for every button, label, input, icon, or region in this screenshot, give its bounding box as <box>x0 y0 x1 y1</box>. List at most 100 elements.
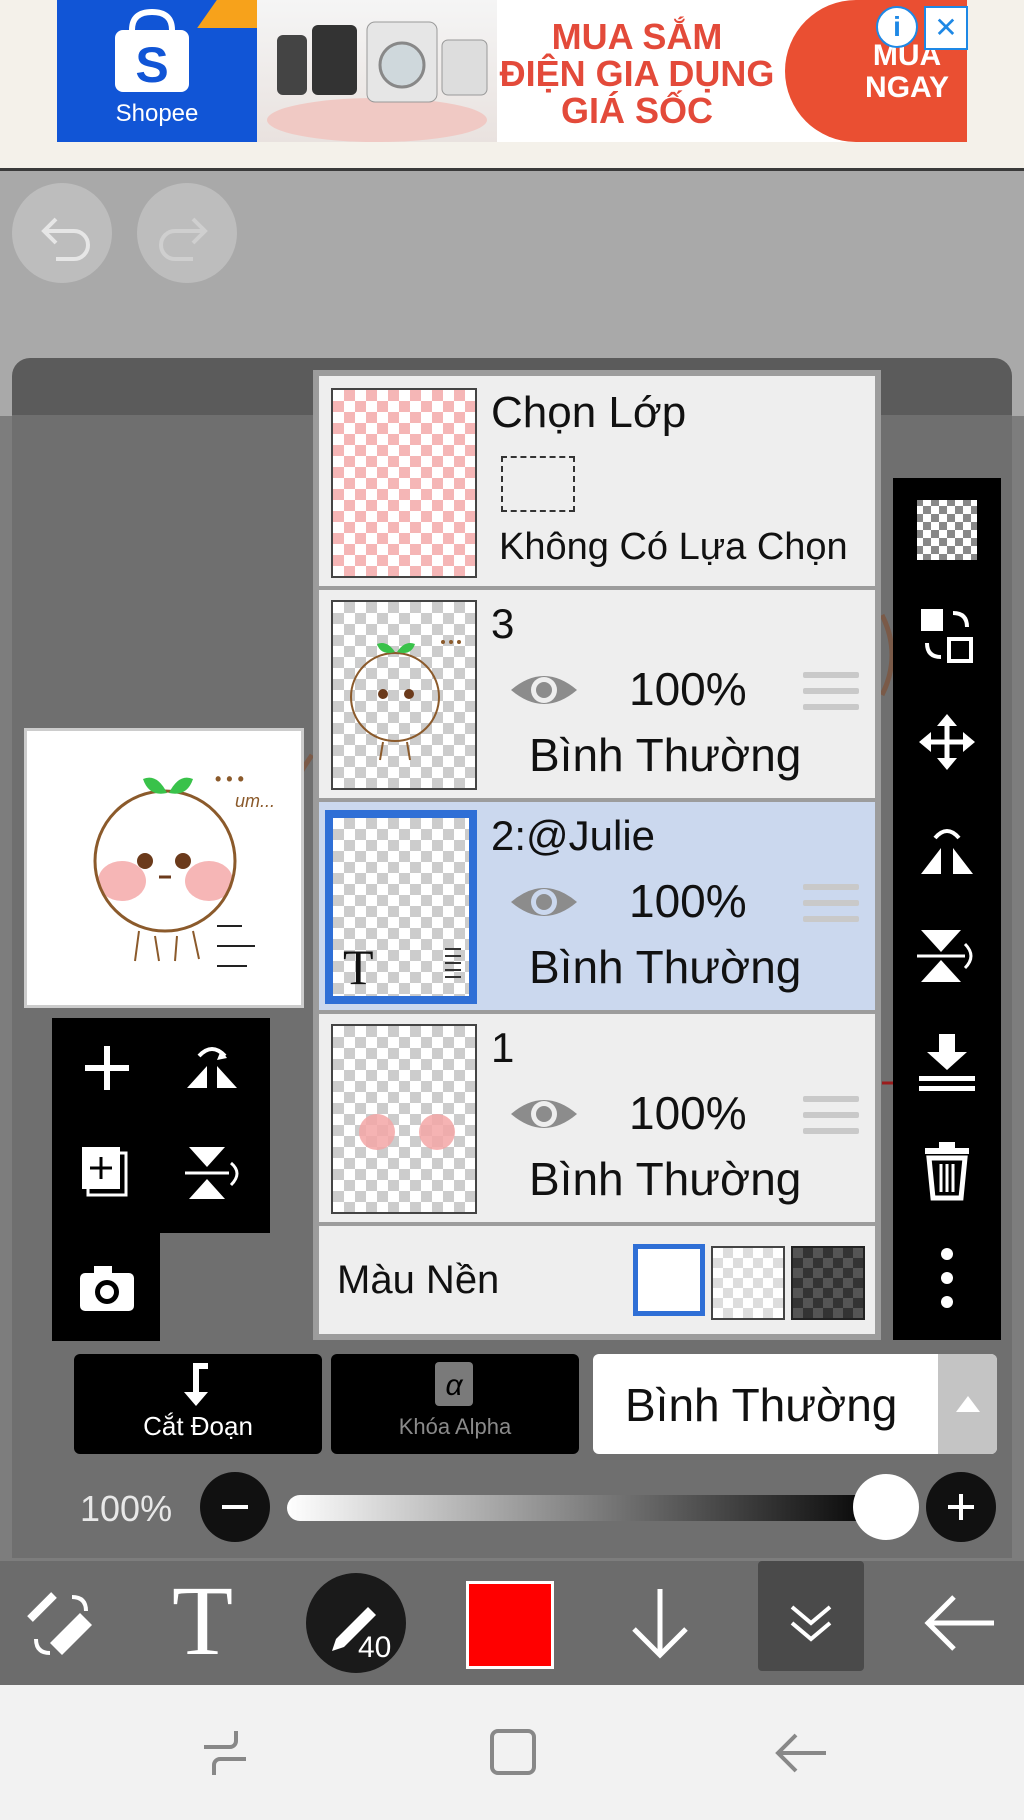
merge-down-button[interactable] <box>915 1030 979 1094</box>
duplicate-icon <box>82 1147 128 1197</box>
flip-horizontal-button[interactable] <box>177 1028 247 1108</box>
ad-content[interactable]: S Shopee MUA SẮM ĐIỆN GIA DỤNG GIÁ SỐC M… <box>57 0 967 142</box>
import-photo-button[interactable] <box>72 1253 142 1323</box>
layer-name: 2:@Julie <box>491 812 656 859</box>
layer-thumbnail: T <box>325 810 477 1004</box>
flip-vertical-button[interactable] <box>177 1133 247 1213</box>
canvas-preview[interactable]: • • • um... <box>24 728 304 1008</box>
clipping-arrow-icon <box>184 1363 208 1406</box>
ad-cta-line: NGAY <box>865 71 949 104</box>
recent-apps-button[interactable] <box>190 1723 260 1783</box>
arrow-down-icon <box>632 1589 688 1659</box>
drag-handle-icon[interactable] <box>803 1096 859 1144</box>
clipping-button[interactable]: Cắt Đoạn <box>74 1354 322 1454</box>
flip-vertical-icon <box>917 930 973 982</box>
layer-row[interactable]: 3 100% Bình Thường <box>319 590 875 798</box>
delete-layer-button[interactable] <box>915 1138 979 1202</box>
drag-handle-icon[interactable] <box>803 672 859 720</box>
layer-tools-right <box>893 478 1001 1340</box>
redo-button[interactable] <box>137 183 237 283</box>
layer-opacity: 100% <box>629 875 747 927</box>
background-white-swatch[interactable] <box>633 1244 705 1316</box>
layer-blend-mode: Bình Thường <box>529 941 802 993</box>
recent-apps-icon <box>204 1731 246 1775</box>
more-options-button[interactable] <box>915 1246 979 1310</box>
opacity-slider-thumb[interactable] <box>853 1474 919 1540</box>
flip-layer-horizontal-button[interactable] <box>915 818 979 882</box>
undo-button[interactable] <box>12 183 112 283</box>
camera-icon <box>80 1266 134 1311</box>
background-transparent-swatch[interactable] <box>711 1246 785 1320</box>
undo-icon <box>41 217 90 261</box>
eye-icon[interactable] <box>509 880 579 924</box>
selection-layer-row[interactable]: Chọn Lớp Không Có Lựa Chọn <box>319 376 875 586</box>
alpha-lock-label: Khóa Alpha <box>398 1414 512 1439</box>
brush-eraser-toggle-button[interactable] <box>20 1583 104 1667</box>
trash-icon <box>925 1142 969 1201</box>
main-toolbar: T 40 <box>0 1561 1024 1685</box>
text-layer-icon: T <box>343 939 374 995</box>
ad-close-icon[interactable]: ✕ <box>924 6 968 50</box>
home-button[interactable] <box>480 1723 550 1783</box>
drag-handle-icon[interactable] <box>803 884 859 932</box>
layer-row[interactable]: 1 100% Bình Thường <box>319 1014 875 1222</box>
duplicate-layer-button[interactable] <box>72 1133 142 1213</box>
back-button[interactable] <box>918 1581 1002 1665</box>
layer-opacity: 100% <box>629 663 747 715</box>
home-icon <box>490 1729 536 1775</box>
ad-headline: MUA SẮM ĐIỆN GIA DỤNG GIÁ SỐC <box>477 18 797 129</box>
layer-tools-left <box>52 1018 270 1233</box>
flip-vertical-icon <box>185 1147 239 1199</box>
layer-thumbnail <box>331 600 477 790</box>
eye-icon[interactable] <box>509 1092 579 1136</box>
opacity-decrease-button[interactable] <box>200 1472 270 1542</box>
layer-row-selected[interactable]: T 2:@Julie 100% Bình Thường <box>319 802 875 1010</box>
opacity-value: 100% <box>80 1488 173 1529</box>
preview-drawing <box>93 777 255 967</box>
eye-icon[interactable] <box>509 668 579 712</box>
system-back-button[interactable] <box>766 1723 836 1783</box>
flip-layer-vertical-button[interactable] <box>915 924 979 988</box>
merge-down-icon <box>919 1034 975 1091</box>
thumbnail-text-marks <box>445 948 461 978</box>
preview-um-text: um... <box>235 791 276 811</box>
redo-icon <box>159 217 208 261</box>
swap-layer-button[interactable] <box>915 603 979 667</box>
selection-title: Chọn Lớp <box>491 388 687 437</box>
opacity-slider-track[interactable] <box>287 1495 887 1521</box>
layer-down-button[interactable] <box>620 1581 700 1665</box>
layers-panel: Chọn Lớp Không Có Lựa Chọn 3 100% Bình T… <box>313 370 881 1340</box>
svg-text:S: S <box>135 37 168 93</box>
background-dark-swatch[interactable] <box>791 1246 865 1320</box>
move-icon <box>919 714 975 770</box>
background-label: Màu Nền <box>337 1258 500 1302</box>
text-tool-button[interactable]: T <box>172 1571 233 1671</box>
ad-headline-line: ĐIỆN GIA DỤNG <box>499 53 775 94</box>
layer-name: 1 <box>491 1024 515 1071</box>
ad-info-icon[interactable]: i <box>876 6 918 48</box>
plus-icon <box>85 1046 129 1090</box>
layers-toggle-button[interactable] <box>758 1561 864 1671</box>
minus-icon <box>222 1505 248 1509</box>
alpha-lock-button[interactable]: α Khóa Alpha <box>331 1354 579 1454</box>
layer-thumbnail <box>331 1024 477 1214</box>
blend-mode-dropdown-button[interactable] <box>938 1354 997 1454</box>
ad-headline-line: MUA SẮM <box>551 16 723 57</box>
double-chevron-down-icon <box>790 1605 832 1642</box>
clipping-label: Cắt Đoạn <box>143 1411 253 1441</box>
arrow-left-icon <box>924 1595 994 1651</box>
checkerboard-icon <box>917 500 977 560</box>
flip-horizontal-icon <box>921 829 973 874</box>
layer-blend-mode: Bình Thường <box>529 729 802 781</box>
ad-banner[interactable]: S Shopee MUA SẮM ĐIỆN GIA DỤNG GIÁ SỐC M… <box>0 0 1024 171</box>
chevron-up-icon <box>956 1396 980 1412</box>
move-button[interactable] <box>915 710 979 774</box>
color-swatch-button[interactable] <box>466 1581 554 1669</box>
transparent-fill-button[interactable] <box>915 498 979 562</box>
add-layer-button[interactable] <box>72 1028 142 1108</box>
opacity-increase-button[interactable] <box>926 1472 996 1542</box>
brush-size-button[interactable]: 40 <box>306 1573 406 1673</box>
blend-mode-select[interactable]: Bình Thường <box>593 1354 997 1454</box>
selection-marquee-icon <box>501 456 575 512</box>
layer-name: 3 <box>491 600 515 647</box>
